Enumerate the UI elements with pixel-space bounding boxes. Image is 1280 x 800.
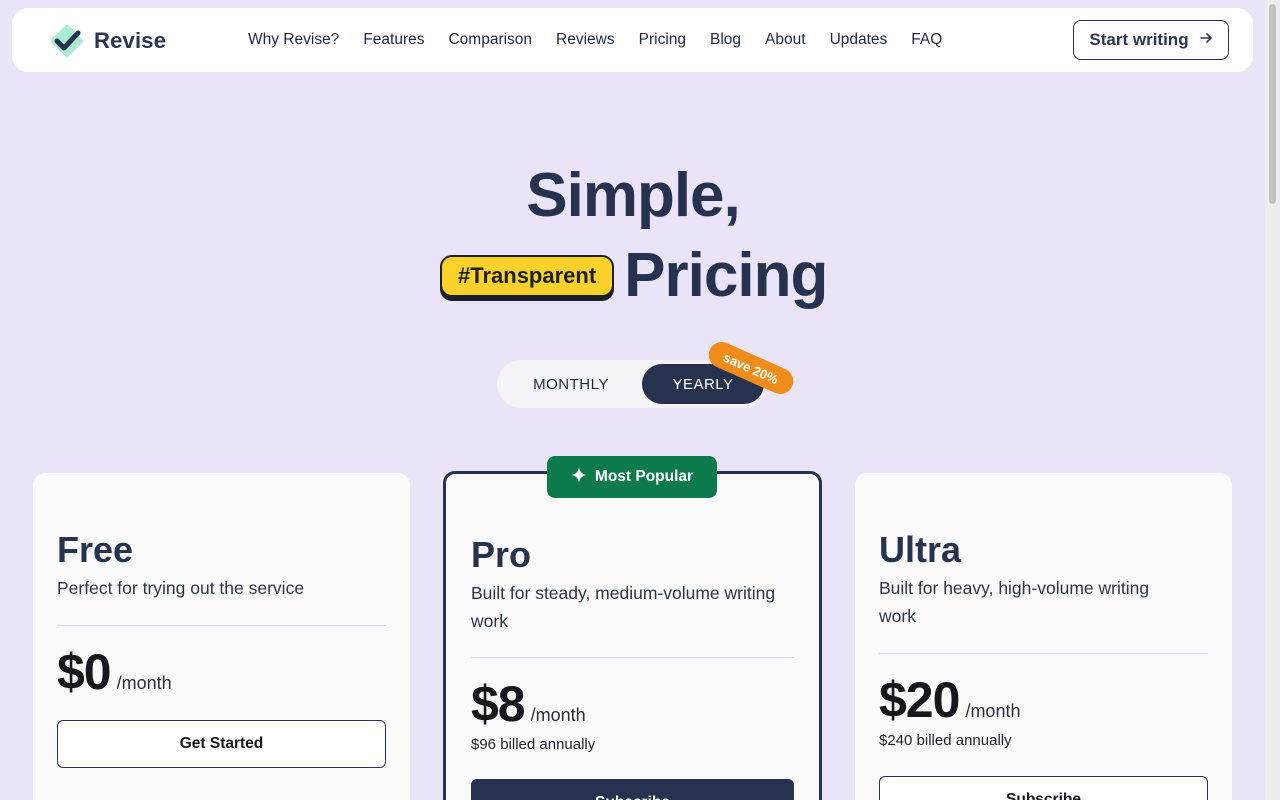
nav-link-comparison[interactable]: Comparison — [448, 31, 532, 49]
most-popular-label: Most Popular — [594, 468, 694, 485]
page-scrollbar[interactable] — [1265, 0, 1280, 800]
price-period: /month — [530, 705, 586, 725]
plan-price: $0 /month — [57, 643, 172, 701]
subscribe-button-ultra[interactable]: Subscribe — [879, 776, 1208, 800]
top-navbar: Revise Why Revise? Features Comparison R… — [12, 8, 1253, 72]
scrollbar-thumb[interactable] — [1269, 4, 1276, 204]
plan-name: Free — [57, 529, 134, 570]
price-amount: $20 — [879, 672, 960, 728]
nav-link-pricing[interactable]: Pricing — [639, 31, 686, 49]
subscribe-button-pro[interactable]: Subscribe — [471, 779, 794, 800]
price-amount: $0 — [57, 644, 112, 700]
nav-link-features[interactable]: Features — [363, 31, 424, 49]
hero-title-line1: Simple, — [526, 161, 741, 230]
transparent-tag: #Transparent — [440, 254, 615, 297]
divider — [471, 657, 794, 658]
hero-title-line2: #Transparent Pricing — [440, 240, 828, 311]
billed-annually: $240 billed annually — [879, 732, 1012, 749]
sparkle-icon — [570, 466, 587, 488]
nav-link-about[interactable]: About — [765, 31, 806, 49]
nav-link-faq[interactable]: FAQ — [911, 31, 942, 49]
price-amount: $8 — [471, 676, 526, 732]
plan-price: $8 /month — [471, 675, 586, 733]
plan-card-free: Free Perfect for trying out the service … — [33, 473, 410, 800]
plan-description: Built for heavy, high-volume writing wor… — [879, 578, 1150, 626]
brand-logo[interactable]: Revise — [48, 22, 166, 60]
price-period: /month — [116, 673, 172, 693]
nav-link-updates[interactable]: Updates — [830, 31, 888, 49]
nav-link-reviews[interactable]: Reviews — [556, 31, 615, 49]
plan-card-pro: Pro Built for steady, medium-volume writ… — [443, 471, 822, 800]
nav-link-why-revise[interactable]: Why Revise? — [248, 31, 339, 49]
arrow-right-icon — [1199, 30, 1213, 50]
plan-card-ultra: Ultra Built for heavy, high-volume writi… — [855, 473, 1232, 800]
monthly-option[interactable]: MONTHLY — [501, 364, 641, 404]
start-writing-button[interactable]: Start writing — [1073, 20, 1229, 60]
plan-price: $20 /month — [879, 671, 1020, 729]
plan-name: Ultra — [879, 529, 962, 570]
nav-link-blog[interactable]: Blog — [710, 31, 741, 49]
billed-annually: $96 billed annually — [471, 736, 596, 753]
get-started-button[interactable]: Get Started — [57, 720, 386, 768]
plan-description: Perfect for trying out the service — [57, 578, 305, 598]
brand-name: Revise — [94, 28, 167, 53]
plan-description: Built for steady, medium-volume writing … — [471, 583, 776, 631]
most-popular-badge: Most Popular — [547, 456, 717, 498]
start-writing-label: Start writing — [1089, 30, 1189, 49]
divider — [879, 653, 1208, 654]
divider — [57, 625, 386, 626]
checkmark-logo-icon — [48, 22, 86, 60]
price-period: /month — [965, 701, 1021, 721]
hero-pricing-word: Pricing — [624, 241, 828, 310]
nav-links: Why Revise? Features Comparison Reviews … — [248, 8, 942, 72]
plan-name: Pro — [471, 534, 532, 575]
